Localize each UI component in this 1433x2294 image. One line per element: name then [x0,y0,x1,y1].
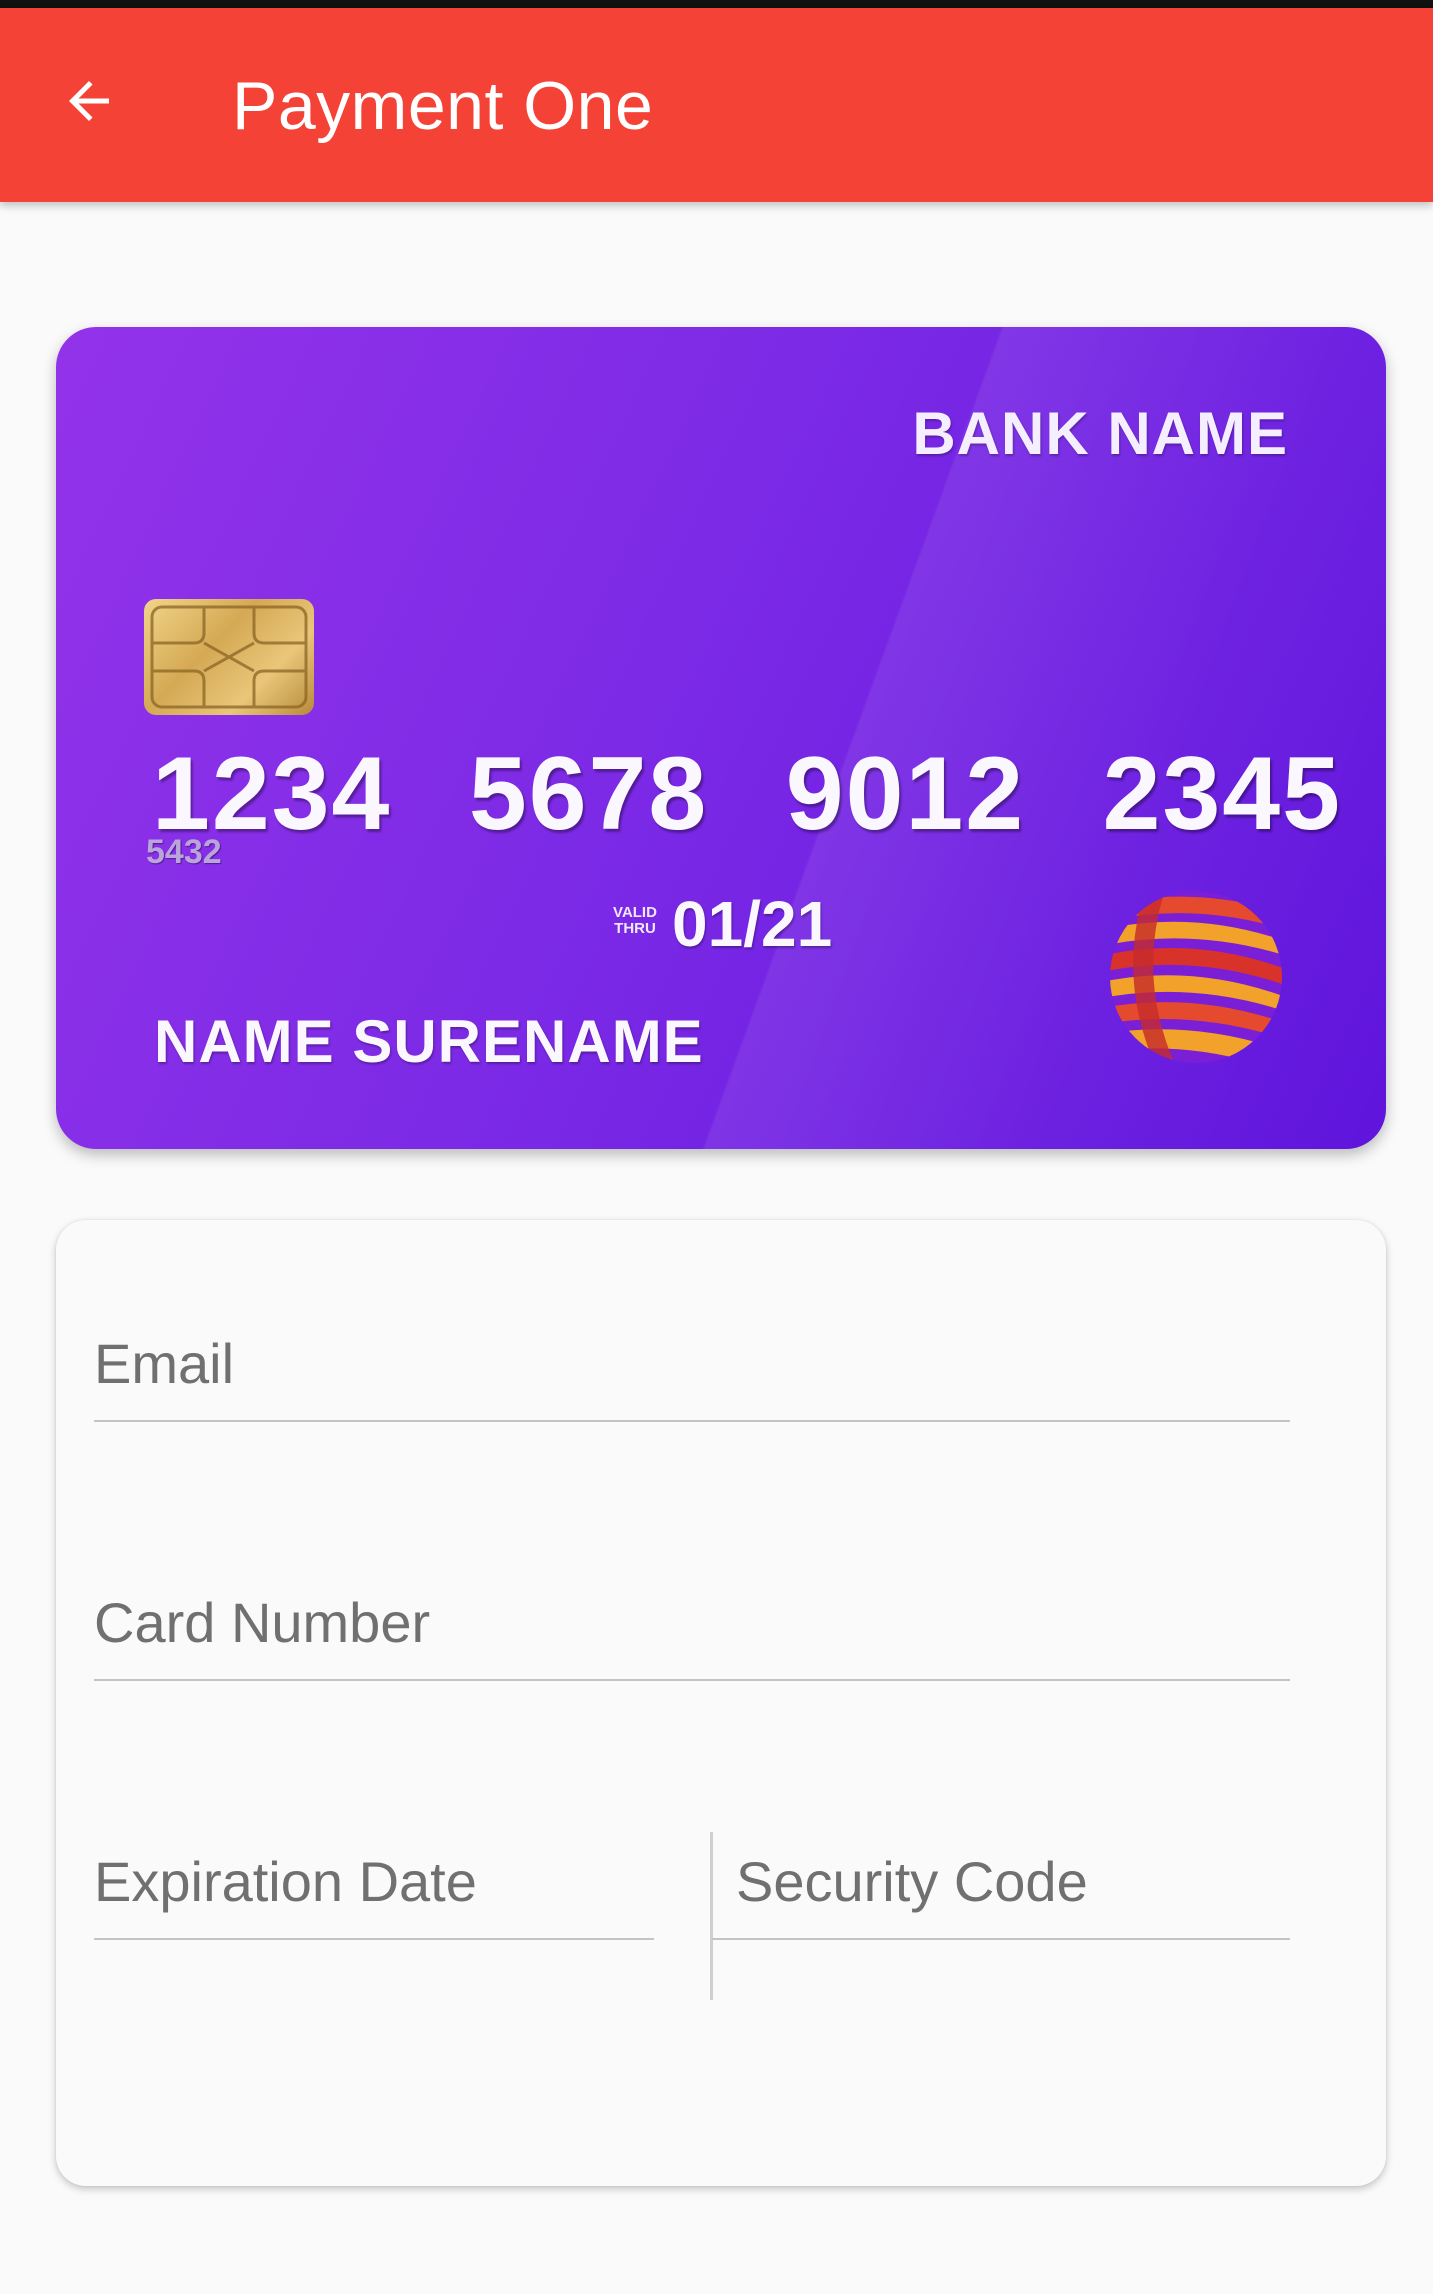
arrow-left-icon [59,71,119,136]
card-expiry: 01/21 [672,888,833,960]
globe-logo-icon [1106,887,1286,1067]
email-field[interactable] [94,1326,1290,1422]
card-number-group: 9012 [785,736,1026,852]
back-button[interactable] [44,58,134,148]
valid-thru-label: VALID THRU [602,905,668,937]
security-code-field[interactable] [712,1844,1290,1940]
card-number-input[interactable] [94,1590,1290,1655]
card-number-display: 1234 5678 9012 2345 [152,735,1342,854]
status-bar [0,0,1433,8]
valid-label-line: VALID [613,904,657,921]
app-bar: Payment One [0,8,1433,202]
page-title: Payment One [232,68,654,144]
chip-icon [144,599,314,715]
card-number-field[interactable] [94,1585,1290,1681]
security-code-input[interactable] [736,1849,1290,1914]
thru-label-line: THRU [614,920,656,937]
bank-name: BANK NAME [912,400,1288,467]
email-input[interactable] [94,1331,1290,1396]
credit-card-preview: BANK NAME 1234 5678 9012 2345 5432 VALID… [56,327,1386,1149]
card-small-number: 5432 [146,833,222,871]
expiration-date-input[interactable] [94,1849,654,1914]
card-holder-name: NAME SURENAME [154,1008,704,1075]
card-number-group: 2345 [1102,736,1342,852]
expiration-date-field[interactable] [94,1844,654,1940]
card-number-group: 5678 [468,736,709,852]
